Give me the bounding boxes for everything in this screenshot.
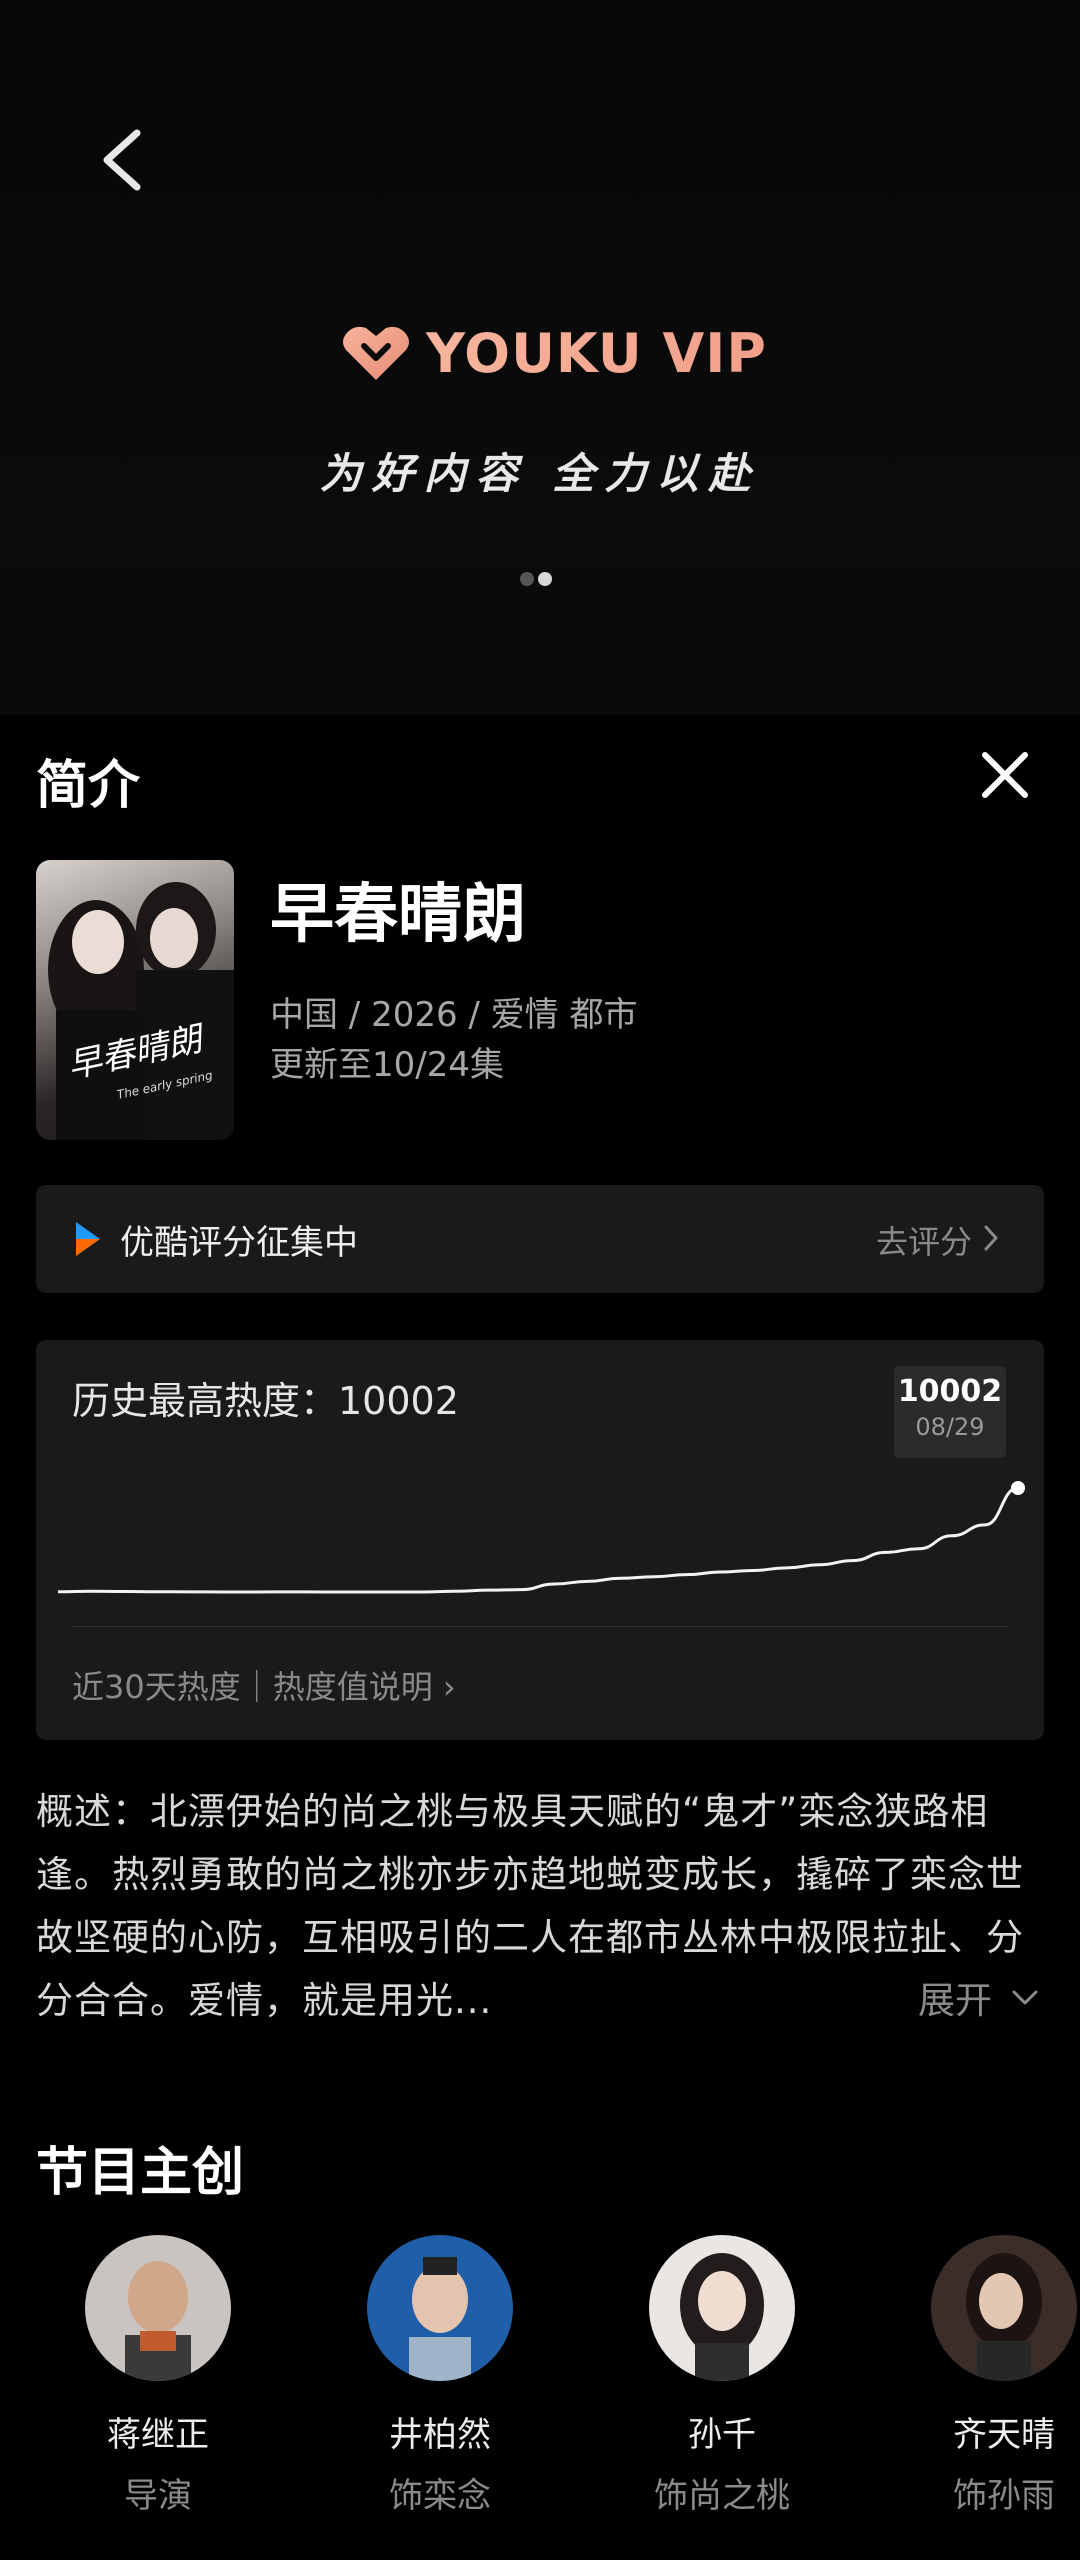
carousel-indicator — [520, 572, 552, 586]
avatar — [367, 2235, 513, 2381]
heat-badge-value: 10002 — [897, 1374, 1003, 1409]
youku-vip-logo: YOUKU VIP — [340, 318, 767, 388]
chevron-right-icon — [984, 1225, 998, 1251]
divider — [72, 1626, 1008, 1627]
heat-peak-point — [1011, 1481, 1025, 1495]
crew-member[interactable]: 蒋继正 导演 — [28, 2235, 288, 2517]
member-role: 饰尚之桃 — [654, 2476, 790, 2516]
member-role: 导演 — [124, 2476, 192, 2516]
crew-member[interactable]: 孙千 饰尚之桃 — [592, 2235, 852, 2517]
heat-explanation-link[interactable]: 近30天热度｜热度值说明 › — [72, 1662, 456, 1708]
avatar — [649, 2235, 795, 2381]
member-name: 井柏然 — [389, 2415, 491, 2455]
synopsis-text: 概述：北漂伊始的尚之桃与极具天赋的“鬼才”栾念狭路相逢。热烈勇敢的尚之桃亦步亦趋… — [36, 1790, 1024, 2022]
avatar — [931, 2235, 1077, 2381]
chevron-down-icon[interactable] — [1012, 1990, 1038, 2006]
episode-status: 更新至10/24集 — [270, 1045, 504, 1085]
crew-section-title: 节目主创 — [36, 2143, 245, 2203]
intro-panel: 简介 早春晴朗 The early spring 早春晴朗 中国 / 2026 … — [0, 715, 1080, 2560]
show-title: 早春晴朗 — [270, 878, 526, 952]
promo-banner[interactable]: YOUKU VIP 为好内容 全力以赴 — [0, 0, 1080, 715]
brand-name: YOUKU VIP — [426, 321, 767, 385]
heat-series-line — [57, 1486, 1019, 1594]
rate-button[interactable]: 去评分 — [876, 1217, 972, 1263]
close-icon[interactable] — [975, 745, 1035, 805]
expand-button[interactable]: 展开 — [918, 1970, 992, 2024]
member-name: 蒋继正 — [107, 2415, 209, 2455]
rating-label: 优酷评分征集中 — [120, 1223, 358, 1263]
back-arrow-icon[interactable] — [95, 125, 155, 195]
crew-member[interactable]: 井柏然 饰栾念 — [310, 2235, 570, 2517]
heat-badge-date: 08/29 — [915, 1413, 985, 1441]
carousel-dot-active — [538, 572, 552, 586]
member-name: 孙千 — [688, 2415, 756, 2455]
heat-peak-badge: 10002 08/29 — [894, 1366, 1006, 1458]
panel-title: 简介 — [36, 756, 141, 816]
show-meta: 中国 / 2026 / 爱情 都市 — [270, 995, 638, 1035]
youku-play-icon — [76, 1222, 100, 1256]
avatar — [85, 2235, 231, 2381]
youku-heart-logo-icon — [343, 326, 409, 380]
slogan: 为好内容 全力以赴 — [319, 449, 761, 498]
show-poster[interactable]: 早春晴朗 The early spring — [36, 860, 234, 1140]
member-role: 饰栾念 — [389, 2476, 491, 2516]
member-name: 齐天晴 — [953, 2415, 1055, 2455]
heat-card[interactable]: 历史最高热度：10002 10002 08/29 近30天热度｜热度值说明 › — [36, 1340, 1044, 1740]
carousel-dot — [520, 572, 534, 586]
crew-member[interactable]: 齐天晴 饰孙雨 — [874, 2235, 1080, 2517]
crew-list[interactable]: 蒋继正 导演 井柏然 饰栾念 孙千 饰尚之桃 齐天晴 饰孙雨 — [0, 2235, 1080, 2535]
rating-bar[interactable]: 优酷评分征集中 去评分 — [36, 1185, 1044, 1293]
member-role: 饰孙雨 — [953, 2476, 1055, 2516]
